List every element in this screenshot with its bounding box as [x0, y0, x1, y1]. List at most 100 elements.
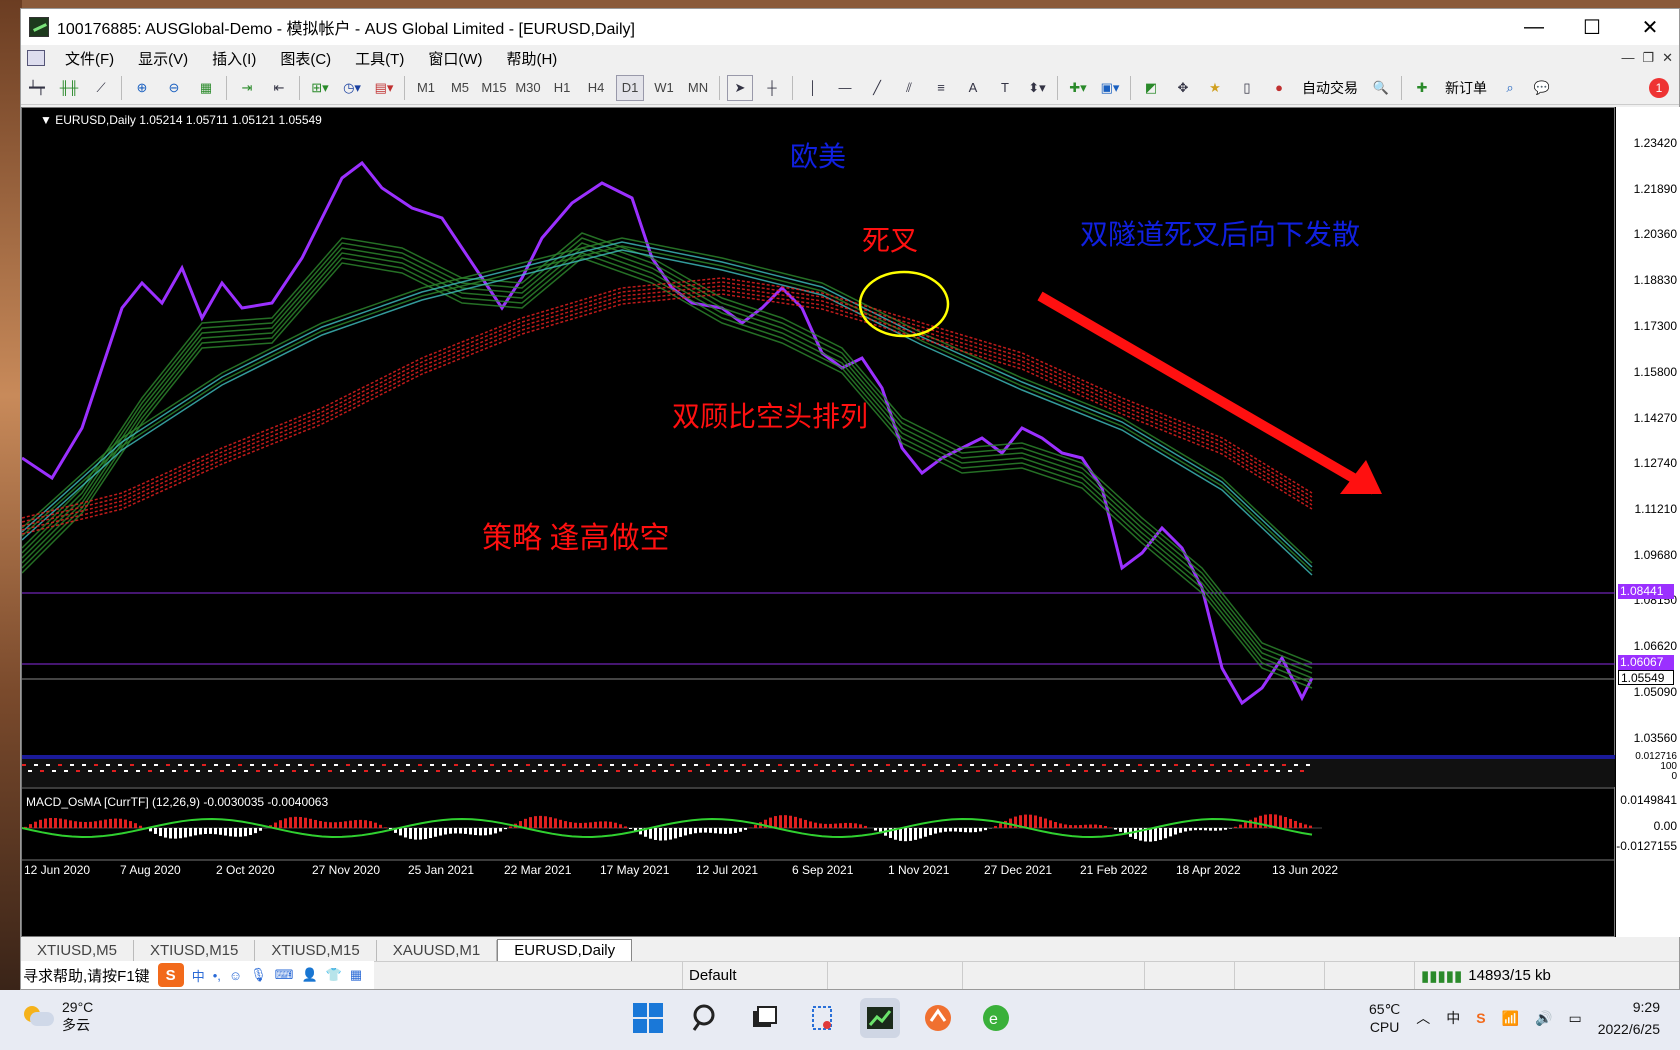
menu-tools[interactable]: 工具(T): [343, 48, 416, 69]
zoom-out-icon[interactable]: ⊖: [161, 75, 187, 101]
menu-view[interactable]: 显示(V): [126, 48, 200, 69]
new-chart-icon[interactable]: ✚▾: [1065, 75, 1091, 101]
zoom-in-icon[interactable]: ⊕: [129, 75, 155, 101]
snipping-tool-icon[interactable]: [802, 998, 842, 1038]
ime-toolbox-icon[interactable]: ▦: [350, 967, 362, 983]
mdi-close-button[interactable]: ✕: [1662, 50, 1673, 66]
menu-file[interactable]: 文件(F): [53, 48, 126, 69]
mdi-restore-button[interactable]: ❐: [1642, 50, 1654, 66]
weather-widget[interactable]: 29°C 多云: [24, 998, 93, 1034]
chart-shift-icon[interactable]: ⇤: [266, 75, 292, 101]
indicator-tick: [382, 764, 386, 766]
bar-chart-icon[interactable]: ┷┯: [24, 75, 50, 101]
timeframe-h1[interactable]: H1: [548, 75, 576, 101]
tab-xtiusd-m15[interactable]: XTIUSD,M15: [134, 940, 256, 961]
windows-start-icon[interactable]: [628, 998, 668, 1038]
ime-voice-icon[interactable]: 🎙: [250, 967, 267, 983]
ime-tray-icon[interactable]: 中: [1446, 1008, 1460, 1028]
timeframe-d1[interactable]: D1: [616, 74, 644, 101]
channel-icon[interactable]: ⫽: [896, 75, 922, 101]
minimize-button[interactable]: —: [1505, 9, 1563, 45]
indicator-tick: [958, 764, 962, 766]
indicator-tick: [1036, 770, 1040, 772]
timeframe-h4[interactable]: H4: [582, 75, 610, 101]
timeframe-m30[interactable]: M30: [514, 75, 542, 101]
indicator-tick: [1060, 770, 1064, 772]
metatrader-taskbar-icon[interactable]: [860, 998, 900, 1038]
ime-skin-icon[interactable]: 👕: [326, 967, 342, 983]
arrows-icon[interactable]: ⬍▾: [1024, 75, 1050, 101]
timeframe-m5[interactable]: M5: [446, 75, 474, 101]
indicator-tick: [202, 764, 206, 766]
fibonacci-icon[interactable]: ≡: [928, 75, 954, 101]
close-button[interactable]: ✕: [1621, 9, 1679, 45]
ime-punctuation-icon[interactable]: •,: [213, 968, 221, 983]
ime-chinese-mode[interactable]: 中: [192, 966, 205, 985]
notifications-icon[interactable]: 💬: [1529, 75, 1555, 101]
mdi-minimize-button[interactable]: —: [1621, 50, 1634, 66]
search-icon[interactable]: [686, 998, 726, 1038]
price-axis: 1.23420 1.21890 1.20360 1.18830 1.17300 1.158…: [1615, 107, 1680, 937]
line-chart-icon[interactable]: ⟋: [88, 75, 114, 101]
tab-xtiusd-m15-2[interactable]: XTIUSD,M15: [255, 940, 377, 961]
data-window-icon[interactable]: ★: [1202, 75, 1228, 101]
tray-chevron-up-icon[interactable]: ︿: [1416, 1008, 1430, 1028]
ime-emoji-icon[interactable]: ☺: [229, 968, 242, 983]
sogou-tray-icon[interactable]: S: [1476, 1010, 1485, 1026]
tab-xauusd-m1[interactable]: XAUUSD,M1: [377, 940, 498, 961]
menu-insert[interactable]: 插入(I): [200, 48, 268, 69]
chart-window-icon[interactable]: [27, 50, 45, 66]
timeframe-w1[interactable]: W1: [650, 75, 678, 101]
cursor-icon[interactable]: ➤: [727, 74, 753, 101]
horizontal-line-icon[interactable]: —: [832, 75, 858, 101]
macd-bar: [284, 818, 287, 828]
battery-icon[interactable]: ▭: [1568, 1010, 1581, 1027]
market-watch-icon[interactable]: ◩: [1138, 75, 1164, 101]
timeframe-m15[interactable]: M15: [480, 75, 508, 101]
wifi-icon[interactable]: 📶: [1502, 1010, 1519, 1027]
sogou-ime-icon[interactable]: S: [157, 963, 184, 987]
candlestick-icon[interactable]: ╫╫: [56, 75, 82, 101]
text-tool-icon[interactable]: A: [960, 75, 986, 101]
menu-help[interactable]: 帮助(H): [494, 48, 569, 69]
browser-orange-icon[interactable]: [918, 998, 958, 1038]
indicators-icon[interactable]: ⊞▾: [307, 75, 333, 101]
auto-trading-icon[interactable]: ●: [1266, 75, 1292, 101]
macd-bar: [1279, 815, 1282, 828]
indicator-tick: [166, 764, 170, 766]
chart-canvas[interactable]: ▼ EURUSD,Daily 1.05214 1.05711 1.05121 1…: [22, 108, 1616, 938]
navigator-icon[interactable]: ✥: [1170, 75, 1196, 101]
clock[interactable]: 9:29 2022/6/25: [1598, 996, 1660, 1040]
templates-icon[interactable]: ▤▾: [371, 75, 397, 101]
search-icon[interactable]: ⌕: [1497, 75, 1523, 101]
crosshair-icon[interactable]: ┼: [759, 75, 785, 101]
new-order-icon[interactable]: ✚: [1409, 75, 1435, 101]
vertical-line-icon[interactable]: │: [800, 75, 826, 101]
auto-trading-label[interactable]: 自动交易: [1298, 75, 1362, 101]
ime-user-icon[interactable]: 👤: [301, 967, 317, 983]
terminal-icon[interactable]: ▯: [1234, 75, 1260, 101]
trendline-icon[interactable]: ╱: [864, 75, 890, 101]
periods-icon[interactable]: ◷▾: [339, 75, 365, 101]
tile-windows-icon[interactable]: ▦: [193, 75, 219, 101]
menu-window[interactable]: 窗口(W): [416, 48, 494, 69]
ime-keyboard-icon[interactable]: ⌨: [275, 967, 294, 983]
tab-xtiusd-m5[interactable]: XTIUSD,M5: [21, 940, 135, 961]
new-order-label[interactable]: 新订单: [1441, 75, 1491, 101]
profiles-icon[interactable]: ▣▾: [1097, 75, 1123, 101]
auto-scroll-icon[interactable]: ⇥: [234, 75, 260, 101]
task-view-icon[interactable]: [744, 998, 784, 1038]
timeframe-m1[interactable]: M1: [412, 75, 440, 101]
maximize-button[interactable]: ☐: [1563, 9, 1621, 45]
indicator-tick: [784, 770, 788, 772]
timeframe-mn[interactable]: MN: [684, 75, 712, 101]
browser-green-icon[interactable]: e: [976, 998, 1016, 1038]
text-label-icon[interactable]: T: [992, 75, 1018, 101]
chart-symbol-header: ▼ EURUSD,Daily 1.05214 1.05711 1.05121 1…: [40, 113, 322, 127]
menu-charts[interactable]: 图表(C): [268, 48, 343, 69]
tab-eurusd-daily[interactable]: EURUSD,Daily: [497, 939, 633, 961]
chart-area[interactable]: ▼ EURUSD,Daily 1.05214 1.05711 1.05121 1…: [21, 107, 1616, 938]
macd-bar: [999, 823, 1002, 828]
strategy-tester-icon[interactable]: 🔍: [1368, 75, 1394, 101]
volume-icon[interactable]: 🔊: [1535, 1010, 1552, 1027]
